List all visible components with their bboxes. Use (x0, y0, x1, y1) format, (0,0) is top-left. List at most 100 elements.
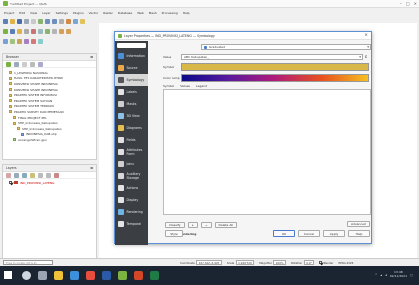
menu-processing[interactable]: Processing (162, 11, 178, 15)
add-class-button[interactable]: + (187, 222, 199, 228)
collapse-all-icon[interactable] (30, 61, 35, 67)
classify-button[interactable]: Classify (165, 222, 185, 228)
sidebar-item-auxiliary-storage[interactable]: Auxiliary Storage (115, 170, 148, 182)
qgis-taskbar-icon[interactable] (118, 271, 127, 280)
zoom-full-icon[interactable] (59, 19, 64, 24)
menu-project[interactable]: Project (4, 11, 14, 15)
symbol-button[interactable] (181, 63, 369, 71)
task-view-icon[interactable] (38, 271, 47, 280)
undo-icon[interactable] (59, 29, 64, 34)
sidebar-item-actions[interactable]: Actions (115, 182, 148, 194)
crs-button[interactable]: EPSG:4326 (338, 261, 353, 265)
add-group-icon[interactable] (14, 172, 19, 178)
menu-mesh[interactable]: Mesh (149, 11, 157, 15)
add-selected-layers-icon[interactable] (6, 61, 11, 67)
menu-help[interactable]: Help (183, 11, 190, 15)
sidebar-item-joins[interactable]: Joins (115, 158, 148, 170)
sidebar-item-labels[interactable]: Labels (115, 86, 148, 98)
zoom-in-icon[interactable] (45, 19, 50, 24)
tree-item[interactable]: ancangshifiran.gpx (9, 137, 96, 143)
layer-row[interactable]: IND_PROVINSI_LATENG (3, 179, 96, 186)
excel-icon[interactable] (150, 271, 159, 280)
start-windows-icon[interactable] (4, 271, 12, 279)
filter-legend-icon[interactable] (30, 172, 35, 178)
edge-browser-icon[interactable] (70, 271, 79, 280)
render-checkbox[interactable] (319, 261, 323, 264)
expand-all-icon[interactable] (38, 172, 43, 178)
tray-chevron-icon[interactable]: ^ (375, 273, 378, 277)
menu-database[interactable]: Database (118, 11, 132, 15)
menu-view[interactable]: View (30, 11, 37, 15)
column-legend[interactable]: Legend (196, 84, 207, 88)
panel-close-icon[interactable]: ⊠ (90, 166, 93, 170)
network-icon[interactable]: ▴ (380, 273, 382, 277)
sidebar-item-temporal[interactable]: Temporal (115, 218, 148, 230)
sidebar-item-attributes-form[interactable]: Attributes Form (115, 146, 148, 158)
new-layer-icon[interactable] (10, 29, 15, 34)
redo-icon[interactable] (66, 29, 71, 34)
column-symbol[interactable]: Symbol (163, 84, 174, 88)
sidebar-item-rendering[interactable]: Rendering (115, 206, 148, 218)
sidebar-search-input[interactable] (117, 43, 146, 48)
delete-feature-icon[interactable] (31, 29, 36, 34)
volume-icon[interactable]: ◂ (385, 273, 387, 277)
style-menu-button[interactable]: Style (165, 230, 183, 237)
sidebar-item-symbology[interactable]: Symbology (115, 74, 148, 86)
manage-map-themes-icon[interactable] (22, 172, 27, 178)
menu-edit[interactable]: Edit (19, 11, 25, 15)
enable-properties-icon[interactable] (38, 61, 43, 67)
sidebar-item-masks[interactable]: Masks (115, 98, 148, 110)
classes-list[interactable] (163, 89, 371, 215)
zoom-out-icon[interactable] (52, 19, 57, 24)
notification-icon[interactable]: ▢ (410, 273, 413, 277)
edit-pencil-icon[interactable] (17, 29, 22, 34)
color-ramp-select[interactable] (181, 74, 369, 82)
cancel-button[interactable]: Cancel (298, 230, 320, 237)
apply-button[interactable]: Apply (323, 230, 345, 237)
add-polygon-icon[interactable] (45, 29, 50, 34)
style-manager-icon[interactable] (6, 172, 11, 178)
menu-web[interactable]: Web (137, 11, 144, 15)
sidebar-item-fields[interactable]: Fields (115, 134, 148, 146)
expression-icon[interactable]: ε (365, 54, 367, 59)
sidebar-item-3d-view[interactable]: 3D View (115, 110, 148, 122)
layer-visibility-checkbox[interactable] (9, 181, 12, 184)
open-project-icon[interactable] (10, 19, 15, 24)
filter-browser-icon[interactable] (22, 61, 27, 67)
scale-value[interactable]: 1:249'729 (235, 260, 255, 265)
coordinate-value[interactable]: 107.322,-5.997 (196, 260, 222, 265)
collapse-all-layers-icon[interactable] (46, 172, 51, 178)
help-button[interactable]: Help (348, 230, 370, 237)
search-icon[interactable] (22, 271, 31, 280)
ok-button[interactable]: OK (273, 230, 295, 237)
select-features-icon[interactable] (80, 19, 85, 24)
file-explorer-icon[interactable] (54, 271, 63, 280)
menu-raster[interactable]: Raster (103, 11, 113, 15)
remove-layer-icon[interactable] (54, 172, 59, 178)
word-icon[interactable] (102, 271, 111, 280)
maximize-icon[interactable]: □ (406, 1, 410, 6)
rotation-value[interactable]: 0.0° (303, 260, 315, 265)
refresh-browser-icon[interactable] (14, 61, 19, 67)
menu-vector[interactable]: Vector (89, 11, 99, 15)
cut-features-icon[interactable] (38, 29, 43, 34)
powerpoint-icon[interactable] (134, 271, 143, 280)
refresh-icon[interactable] (66, 19, 71, 24)
new-project-icon[interactable] (3, 19, 8, 24)
identify-icon[interactable] (73, 19, 78, 24)
sidebar-item-source[interactable]: Source (115, 62, 148, 74)
close-window-icon[interactable]: × (414, 1, 417, 6)
add-csv-layer-icon[interactable] (17, 39, 22, 44)
value-field-select[interactable]: ABC Kabupaten_ (181, 54, 363, 60)
delete-all-button[interactable]: Delete All (214, 222, 238, 228)
panel-close-icon[interactable]: ⊠ (90, 55, 93, 59)
add-postgis-layer-icon[interactable] (31, 39, 36, 44)
add-wms-layer-icon[interactable] (24, 39, 29, 44)
vertex-tool-icon[interactable] (52, 29, 57, 34)
add-vector-layer-icon[interactable] (3, 39, 8, 44)
add-spatialite-layer-icon[interactable] (38, 39, 43, 44)
pan-map-icon[interactable] (38, 19, 43, 24)
menu-plugins[interactable]: Plugins (73, 11, 84, 15)
sidebar-item-information[interactable]: Information (115, 50, 148, 62)
remove-class-button[interactable]: − (201, 222, 212, 228)
